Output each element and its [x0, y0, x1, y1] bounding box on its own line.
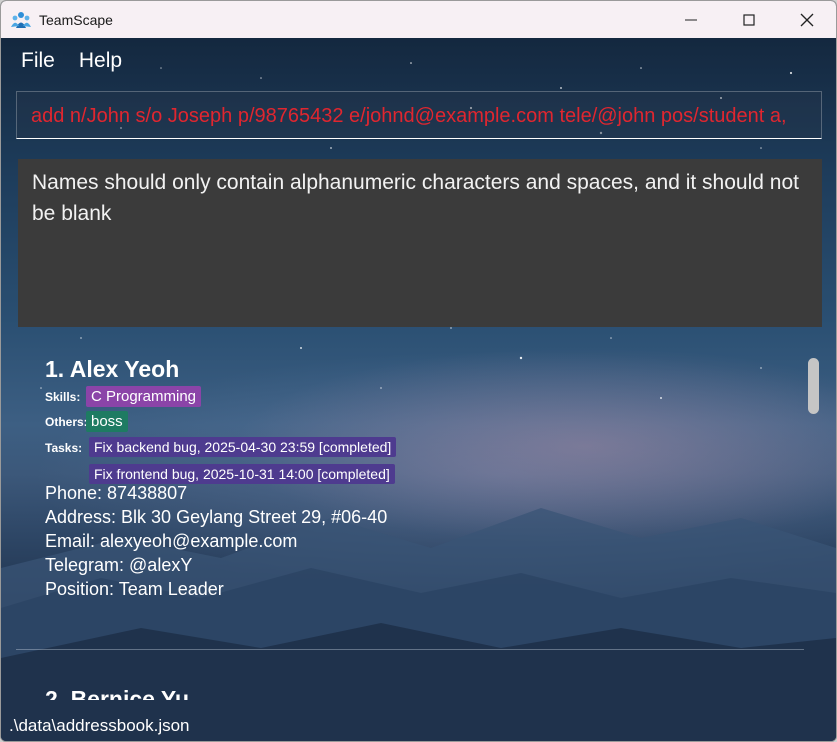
- data-file-path: .\data\addressbook.json: [9, 716, 190, 735]
- close-icon: [800, 13, 814, 26]
- window-controls: [662, 1, 836, 38]
- result-message: Names should only contain alphanumeric c…: [32, 171, 799, 225]
- task-tag: Fix frontend bug, 2025-10-31 14:00 [comp…: [89, 464, 395, 484]
- person-list[interactable]: 1. Alex Yeoh Skills: C Programming Other…: [1, 354, 836, 700]
- skills-label: Skills:: [45, 390, 81, 404]
- skills-row: Skills: C Programming: [45, 386, 805, 412]
- task-tag: Fix backend bug, 2025-04-30 23:59 [compl…: [89, 437, 397, 457]
- status-bar: .\data\addressbook.json: [1, 709, 836, 741]
- position-text: Position: Team Leader: [45, 579, 224, 599]
- result-display: Names should only contain alphanumeric c…: [18, 159, 822, 327]
- menu-help[interactable]: Help: [59, 46, 122, 76]
- minimize-button[interactable]: [662, 1, 720, 38]
- app-people-icon: [11, 11, 31, 28]
- app-window: TeamScape File Help add n/John s/o Josep…: [0, 0, 837, 742]
- command-input[interactable]: add n/John s/o Joseph p/98765432 e/johnd…: [17, 92, 821, 138]
- menu-bar: File Help: [1, 46, 126, 76]
- telegram-text: Telegram: @alexY: [45, 555, 193, 575]
- menu-file[interactable]: File: [1, 46, 55, 76]
- main-content: File Help add n/John s/o Joseph p/987654…: [1, 38, 836, 741]
- others-label: Others:: [45, 415, 88, 429]
- maximize-icon: [743, 13, 755, 26]
- minimize-icon: [685, 19, 697, 20]
- person-card[interactable]: 2. Bernice Yu: [45, 686, 805, 700]
- skill-tag: C Programming: [86, 386, 202, 407]
- address-text: Address: Blk 30 Geylang Street 29, #06-4…: [45, 507, 388, 527]
- person-card[interactable]: 1. Alex Yeoh Skills: C Programming Other…: [45, 356, 805, 601]
- email-text: Email: alexyeoh@example.com: [45, 531, 298, 551]
- person-name: 2. Bernice Yu: [45, 686, 190, 700]
- title-bar: TeamScape: [1, 1, 836, 38]
- close-button[interactable]: [778, 1, 836, 38]
- command-box: add n/John s/o Joseph p/98765432 e/johnd…: [16, 91, 822, 139]
- other-tag: boss: [86, 411, 128, 432]
- card-divider: [16, 649, 804, 650]
- tasks-row: Tasks: Fix backend bug, 2025-04-30 23:59…: [45, 437, 805, 489]
- others-row: Others: boss: [45, 411, 805, 437]
- maximize-button[interactable]: [720, 1, 778, 38]
- window-title: TeamScape: [39, 11, 113, 28]
- tasks-label: Tasks:: [45, 441, 83, 455]
- list-scrollbar[interactable]: [808, 358, 819, 414]
- person-name: 1. Alex Yeoh: [45, 356, 180, 382]
